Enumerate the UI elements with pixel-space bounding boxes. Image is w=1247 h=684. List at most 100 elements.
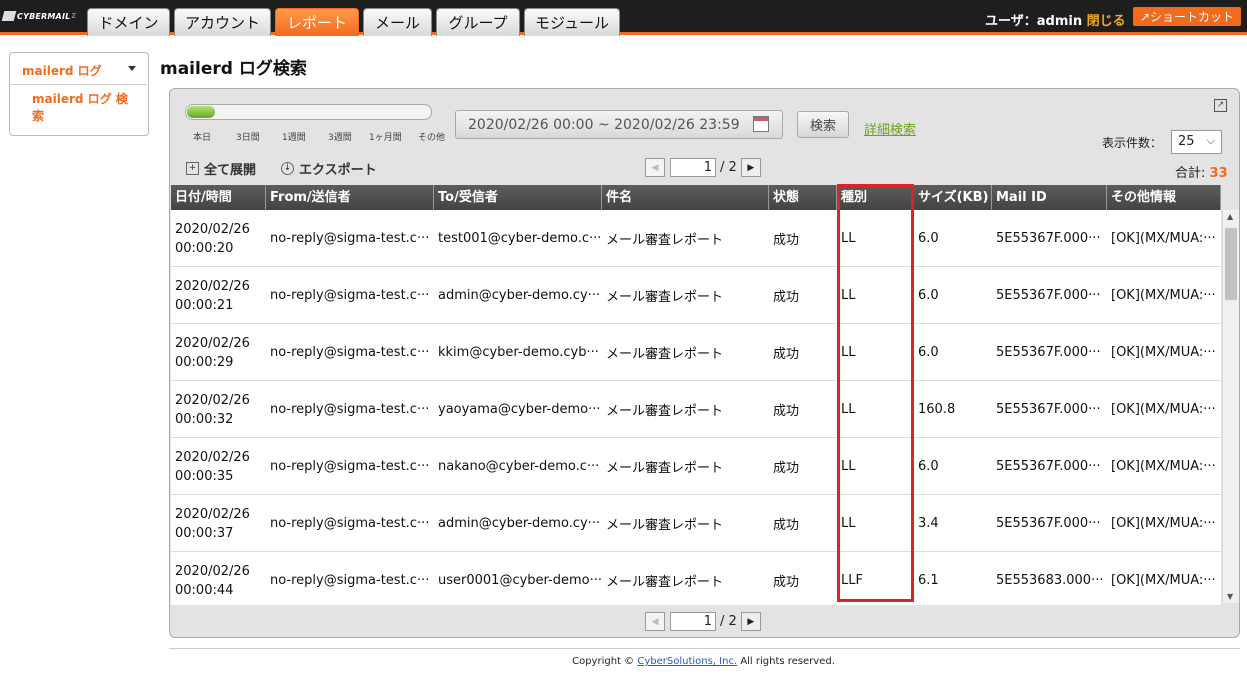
tab-domain[interactable]: ドメイン (87, 8, 170, 36)
date-range-field[interactable]: 2020/02/26 00:00 ~ 2020/02/26 23:59 (455, 110, 783, 139)
total-count: 合計: 33 (1175, 166, 1228, 181)
page-input[interactable]: 1 (670, 612, 716, 631)
table-row[interactable]: 2020/02/26 00:00:32 no-reply@sigma-test.c… (171, 381, 1221, 438)
col-mail-id-cell: 5E55367F.000··· (996, 288, 1101, 303)
tick-label: 3週間 (328, 133, 352, 143)
col-other-info-header[interactable]: その他情報 (1107, 185, 1221, 210)
col-from-cell: no-reply@sigma-test.c··· (270, 573, 430, 588)
col-datetime-cell: 2020/02/26 00:00:35 (175, 449, 250, 484)
expand-icon: + (186, 162, 199, 175)
caret-down-icon[interactable] (128, 66, 136, 71)
col-status-cell: 成功 (773, 290, 800, 305)
col-subject-header[interactable]: 件名 (602, 185, 769, 210)
scroll-down-icon[interactable]: ▼ (1227, 592, 1233, 601)
tab-report[interactable]: レポート (275, 8, 359, 36)
col-datetime-cell: 2020/02/26 00:00:20 (175, 221, 250, 256)
col-size-header[interactable]: サイズ(KB) (914, 185, 992, 210)
col-subject-cell: メール審査レポート (606, 233, 724, 248)
per-page-select[interactable]: 25 ⌵ (1171, 130, 1222, 154)
expand-all-button[interactable]: + 全て展開 (186, 159, 256, 178)
search-button[interactable]: 検索 (797, 111, 849, 138)
export-button[interactable]: ↓ エクスポート (281, 159, 377, 178)
page-input[interactable]: 1 (670, 158, 716, 177)
tick-label: 本日 (193, 133, 212, 143)
chevron-down-icon: ⌵ (1206, 134, 1215, 147)
tab-group[interactable]: グループ (436, 8, 520, 36)
col-mail-id-cell: 5E55367F.000··· (996, 459, 1101, 474)
pager-top: ◀ 1 / 2 ▶ (645, 158, 761, 177)
col-size-cell: 6.0 (918, 345, 939, 360)
tab-mail[interactable]: メール (363, 8, 432, 36)
scroll-thumb[interactable] (1225, 228, 1237, 300)
col-datetime-header[interactable]: 日付/時間 (171, 185, 266, 210)
col-mail-id-cell: 5E553683.000··· (996, 573, 1104, 588)
col-other-info-cell: [OK](MX/MUA:··· (1111, 288, 1216, 303)
col-status-header[interactable]: 状態 (769, 185, 837, 210)
tab-account[interactable]: アカウント (174, 8, 271, 36)
next-page-button[interactable]: ▶ (740, 158, 761, 177)
col-subject-cell: メール審査レポート (606, 290, 724, 305)
per-page-label: 表示件数： (1102, 136, 1163, 150)
col-from-cell: no-reply@sigma-test.c··· (270, 231, 430, 246)
calendar-icon[interactable] (753, 116, 769, 132)
col-other-info-cell: [OK](MX/MUA:··· (1111, 573, 1216, 588)
prev-page-button[interactable]: ◀ (645, 612, 665, 631)
popout-icon[interactable]: ↗ (1214, 99, 1227, 112)
table-row[interactable]: 2020/02/26 00:00:21 no-reply@sigma-test.c… (171, 267, 1221, 324)
col-status-cell: 成功 (773, 575, 800, 590)
col-mail-id-header[interactable]: Mail ID (992, 185, 1107, 210)
logout-link[interactable]: 閉じる (1087, 14, 1126, 29)
col-mail-id-cell: 5E55367F.000··· (996, 402, 1101, 417)
tick-label: 1週間 (282, 133, 306, 143)
col-from-cell: no-reply@sigma-test.c··· (270, 459, 430, 474)
pager-bottom: ◀ 1 / 2 ▶ (645, 612, 761, 631)
col-size-cell: 160.8 (918, 402, 956, 417)
col-subject-cell: メール審査レポート (606, 575, 724, 590)
copyright: Copyright © CyberSolutions, Inc. All rig… (572, 656, 835, 667)
col-status-cell: 成功 (773, 518, 800, 533)
tab-module[interactable]: モジュール (524, 8, 620, 36)
col-other-info-cell: [OK](MX/MUA:··· (1111, 231, 1216, 246)
sidebar-item-log-search[interactable]: mailerd ログ 検索 (32, 91, 137, 125)
col-mail-id-cell: 5E55367F.000··· (996, 231, 1101, 246)
col-from-header[interactable]: From/送信者 (266, 185, 434, 210)
page-title: mailerd ログ検索 (160, 59, 307, 79)
next-page-button[interactable]: ▶ (740, 612, 761, 631)
table-scrollbar[interactable]: ▲ ▼ (1222, 210, 1239, 603)
col-to-cell: test001@cyber-demo.c··· (438, 231, 602, 246)
table-header: 日付/時間 From/送信者 To/受信者 件名 状態 種別 サイズ(KB) Mail ID そ… (171, 185, 1221, 210)
table-row[interactable]: 2020/02/26 00:00:37 no-reply@sigma-test.c… (171, 495, 1221, 552)
table-row[interactable]: 2020/02/26 00:00:29 no-reply@sigma-test.c… (171, 324, 1221, 381)
col-datetime-cell: 2020/02/26 00:00:44 (175, 563, 250, 598)
table-row[interactable]: 2020/02/26 00:00:20 no-reply@sigma-test.c… (171, 210, 1221, 267)
sidebar-divider (11, 84, 147, 85)
col-other-info-cell: [OK](MX/MUA:··· (1111, 345, 1216, 360)
col-size-cell: 6.1 (918, 573, 939, 588)
cybermail-logo: CYBERMAIL Σ (1, 9, 76, 23)
download-icon: ↓ (281, 162, 294, 175)
sidebar-header[interactable]: mailerd ログ (22, 62, 102, 79)
shortcut-button[interactable]: ↗ ショートカット (1133, 7, 1241, 26)
slider-handle[interactable] (187, 106, 215, 118)
col-datetime-cell: 2020/02/26 00:00:29 (175, 335, 250, 370)
company-link[interactable]: CyberSolutions, Inc. (637, 656, 737, 667)
advanced-search-link[interactable]: 詳細検索 (864, 119, 916, 138)
col-datetime-cell: 2020/02/26 00:00:32 (175, 392, 250, 427)
tick-label: 1ヶ月間 (369, 133, 402, 143)
user-info: ユーザ：admin 閉じる (985, 14, 1126, 29)
col-from-cell: no-reply@sigma-test.c··· (270, 402, 430, 417)
col-status-cell: 成功 (773, 404, 800, 419)
type-column-highlight (837, 184, 914, 602)
col-subject-cell: メール審査レポート (606, 518, 724, 533)
scroll-up-icon[interactable]: ▲ (1227, 212, 1233, 221)
col-size-cell: 6.0 (918, 459, 939, 474)
col-datetime-cell: 2020/02/26 00:00:21 (175, 278, 250, 313)
col-from-cell: no-reply@sigma-test.c··· (270, 345, 430, 360)
table-row[interactable]: 2020/02/26 00:00:35 no-reply@sigma-test.c… (171, 438, 1221, 495)
col-to-cell: admin@cyber-demo.cy··· (438, 516, 601, 531)
period-slider[interactable] (185, 104, 432, 120)
table-row[interactable]: 2020/02/26 00:00:44 no-reply@sigma-test.c… (171, 552, 1221, 605)
col-to-header[interactable]: To/受信者 (434, 185, 602, 210)
col-status-cell: 成功 (773, 347, 800, 362)
prev-page-button[interactable]: ◀ (645, 158, 665, 177)
